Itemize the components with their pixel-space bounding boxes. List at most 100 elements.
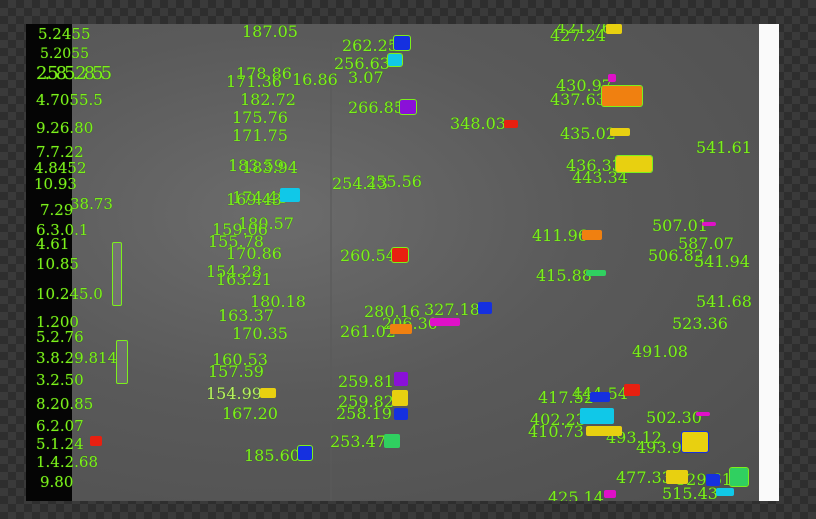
marker-label: 182.72 (240, 90, 296, 109)
particle-marker (391, 247, 409, 263)
particle-marker (116, 340, 128, 384)
marker-label: 427.24 (550, 26, 606, 45)
marker-label: 255.56 (366, 172, 422, 191)
marker-label: 3.8.29.814 (36, 349, 118, 367)
marker-label: 491.08 (632, 342, 688, 361)
particle-marker (280, 188, 300, 202)
marker-label: 10.245.0 (36, 285, 103, 303)
particle-marker (582, 230, 602, 240)
marker-label: 541.68 (696, 292, 752, 311)
right-white-margin (759, 24, 779, 501)
particle-marker (387, 53, 403, 67)
marker-label: 16.86 (292, 70, 338, 89)
particle-marker (393, 35, 411, 51)
marker-label: 443.34 (572, 168, 628, 187)
marker-label: 4.8452 (34, 159, 87, 177)
particle-marker (624, 384, 640, 396)
marker-label: 4.61 (36, 235, 70, 253)
marker-label: 171.36 (226, 72, 282, 91)
marker-label: 163.37 (218, 306, 274, 325)
particle-marker (706, 474, 720, 486)
marker-label: 3.2.50 (36, 371, 84, 389)
marker-label: 170.35 (232, 324, 288, 343)
particle-marker (384, 434, 400, 448)
marker-label: 1.4.2.68 (36, 453, 99, 471)
marker-label: 259.81 (338, 372, 394, 391)
marker-label: 154.99 (206, 384, 262, 403)
particle-marker (590, 392, 610, 402)
marker-label: 10.93 (34, 175, 77, 193)
marker-label: 170.86 (226, 244, 282, 263)
particle-marker (478, 302, 492, 314)
marker-label: 507.01 (652, 216, 708, 235)
marker-label: 171.75 (232, 126, 288, 145)
particle-marker (297, 445, 313, 461)
marker-label: 253.47 (330, 432, 386, 451)
particle-marker (610, 128, 630, 136)
marker-label: 7.29 (40, 201, 74, 219)
particle-marker (666, 470, 688, 484)
marker-label: 417.52 (538, 388, 594, 407)
marker-label: 411.96 (532, 226, 588, 245)
marker-label: 410.73 (528, 422, 584, 441)
marker-label: 167.20 (222, 404, 278, 423)
particle-marker (394, 372, 408, 386)
marker-label: 5.2055 (40, 46, 89, 62)
marker-label: 175.76 (232, 108, 288, 127)
particle-marker (390, 324, 412, 334)
marker-label: 5.2455 (38, 25, 91, 43)
marker-label: 183.94 (242, 158, 298, 177)
marker-label: 541.94 (694, 252, 750, 271)
particle-marker (399, 99, 417, 115)
marker-label: 5.1.24 (36, 435, 84, 453)
marker-label: 258.19 (336, 404, 392, 423)
particle-marker (608, 74, 616, 82)
seam-line (330, 24, 332, 501)
marker-label: 415.88 (536, 266, 592, 285)
marker-label: 348.03 (450, 114, 506, 133)
marker-label: 6.2.07 (36, 417, 84, 435)
marker-label: 8.20.85 (36, 395, 94, 413)
particle-marker (580, 408, 614, 424)
marker-label: 157.59 (208, 362, 264, 381)
marker-label: 515.43 (662, 484, 718, 502)
marker-label: 266.85 (348, 98, 404, 117)
marker-label: 425.14 (548, 488, 604, 502)
particle-marker (604, 490, 616, 498)
marker-label: 541.61 (696, 138, 752, 157)
marker-label: 262.25 (342, 36, 398, 55)
marker-label: 4.7055.5 (36, 91, 103, 109)
particle-marker (586, 426, 622, 436)
particle-marker (615, 155, 653, 173)
particle-marker (260, 388, 276, 398)
particle-marker (729, 467, 749, 487)
marker-label: 5.2.76 (36, 328, 84, 346)
particle-marker (504, 120, 518, 128)
particle-marker (394, 408, 408, 420)
marker-label: 9.80 (40, 473, 74, 491)
marker-label: 38.73 (70, 195, 113, 213)
particle-marker (90, 436, 102, 446)
marker-label: 169.43 (226, 190, 282, 209)
particle-marker (716, 488, 734, 496)
particle-marker (601, 85, 643, 107)
particle-marker (586, 270, 606, 276)
particle-marker (112, 242, 122, 306)
marker-label: 187.05 (242, 24, 298, 41)
marker-label: 523.36 (672, 314, 728, 333)
particle-marker (392, 390, 408, 406)
particle-marker (681, 431, 709, 453)
particle-marker (430, 318, 460, 326)
particle-marker (696, 412, 710, 416)
marker-label: 502.30 (646, 408, 702, 427)
marker-label: 185.60 (244, 446, 300, 465)
image-frame: 5.2455 5.2055 2.585.2855 4.7055.5 9.26.8… (26, 24, 779, 501)
marker-label: 9.26.80 (36, 119, 94, 137)
marker-label: 10.85 (36, 255, 79, 273)
marker-label: 2.585.2855 (36, 63, 112, 84)
marker-label: 163.21 (216, 270, 272, 289)
marker-label: 256.63 (334, 54, 390, 73)
marker-label: 260.54 (340, 246, 396, 265)
particle-marker (606, 24, 622, 34)
marker-label: 261.02 (340, 322, 396, 341)
